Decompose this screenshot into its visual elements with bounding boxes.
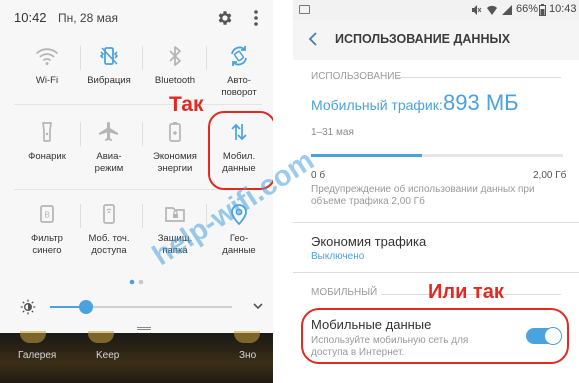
data-usage-screen: 66% 10:43 ИСПОЛЬЗОВАНИЕ ДАННЫХ ИСПОЛЬЗОВ… (293, 0, 579, 383)
battery-saver-icon (169, 122, 181, 142)
tile-label: Bluetooth (154, 75, 196, 86)
divider (142, 204, 143, 228)
status-date: Пн, 28 мая (58, 11, 119, 25)
home-dock: Галерея Keep Зно (0, 331, 273, 383)
left-status-bar: 10:42 Пн, 28 мая (0, 0, 273, 34)
airplane-icon (99, 122, 118, 141)
dock-label: Keep (96, 350, 120, 361)
tile-battery-saver[interactable]: Экономия энергии (142, 116, 208, 176)
brightness-icon (20, 299, 36, 315)
annotation-label: Или так (428, 281, 504, 303)
bluetooth-icon (169, 46, 181, 66)
status-time: 10:42 (14, 10, 47, 25)
svg-text:B: B (44, 211, 49, 220)
divider (142, 122, 143, 146)
list-divider (293, 222, 579, 223)
dock-label: Зно (239, 350, 257, 361)
tile-autorotate[interactable]: Авто- поворот (206, 40, 272, 100)
divider (206, 46, 207, 70)
tile-flashlight[interactable]: Фонарик (14, 116, 80, 176)
tile-label: Авто- поворот (221, 75, 257, 98)
page-indicator (129, 279, 144, 285)
section-divider (396, 77, 561, 78)
app-icon[interactable] (234, 331, 260, 343)
mute-icon (472, 5, 482, 15)
tile-wifi[interactable]: Wi-Fi (14, 40, 80, 100)
highlight-ring (301, 308, 569, 364)
tile-label: Моб. точ. доступа (88, 233, 130, 256)
brightness-slider[interactable] (0, 294, 273, 322)
wifi-icon (36, 48, 58, 65)
row-separator (14, 104, 262, 105)
gear-icon[interactable] (216, 9, 234, 27)
slider-thumb[interactable] (79, 300, 93, 314)
divider (80, 204, 81, 228)
chevron-down-icon[interactable] (252, 300, 264, 312)
status-time: 10:43 (549, 3, 577, 15)
autorotate-icon (231, 46, 247, 66)
tile-label: Авиа- режим (94, 151, 124, 174)
mobile-traffic-label: Мобильный трафик: (311, 97, 443, 113)
tile-label: Вибрация (87, 75, 131, 86)
divider (142, 46, 143, 70)
more-options-icon[interactable] (250, 9, 262, 27)
hotspot-icon (103, 204, 115, 224)
list-divider (293, 272, 579, 273)
usage-bar-fill (311, 154, 422, 157)
signal-icon (502, 5, 512, 15)
battery-percent: 66% (516, 3, 539, 15)
vibration-icon (99, 47, 119, 65)
tile-bluetooth[interactable]: Bluetooth (142, 40, 208, 100)
divider (80, 122, 81, 146)
panel-drag-handle[interactable] (137, 327, 151, 330)
tile-airplane[interactable]: Авиа- режим (76, 116, 142, 176)
divider (80, 46, 81, 70)
usage-max-label: 2,00 Гб (533, 170, 567, 181)
gallery-app-icon[interactable] (20, 331, 46, 343)
tile-hotspot[interactable]: Моб. точ. доступа (76, 198, 142, 258)
back-arrow-icon[interactable] (307, 31, 319, 47)
wifi-status-icon (487, 5, 497, 15)
tile-label: Фонарик (28, 151, 66, 162)
data-saver-status: Выключено (311, 251, 365, 262)
tile-label: Фильтр синего (31, 233, 63, 256)
image-notification-icon (299, 5, 310, 14)
blue-filter-icon: B (40, 205, 54, 223)
data-saver-row[interactable]: Экономия трафика Выключено (293, 226, 579, 268)
mobile-traffic-value: 893 МБ (443, 90, 519, 115)
tile-vibration[interactable]: Вибрация (76, 40, 142, 100)
keep-app-icon[interactable] (88, 331, 114, 343)
usage-warning-text: Предупреждение об использовании данных п… (311, 184, 535, 207)
section-label-mobile: МОБИЛЬНЫЙ (311, 287, 378, 298)
section-label-usage: ИСПОЛЬЗОВАНИЕ (311, 71, 402, 82)
dock-label: Галерея (18, 350, 57, 361)
tile-blue-filter[interactable]: B Фильтр синего (14, 198, 80, 258)
app-bar: ИСПОЛЬЗОВАНИЕ ДАННЫХ (293, 20, 579, 60)
battery-icon (539, 4, 546, 16)
usage-period[interactable]: 1–31 мая (311, 127, 354, 138)
flashlight-icon (42, 122, 52, 142)
data-saver-title: Экономия трафика (311, 234, 427, 249)
tile-label: Wi-Fi (35, 75, 59, 86)
annotation-label: Так (169, 93, 204, 116)
right-status-bar: 66% 10:43 (293, 0, 579, 20)
tile-label: Экономия энергии (153, 151, 197, 174)
page-title: ИСПОЛЬЗОВАНИЕ ДАННЫХ (335, 32, 511, 46)
